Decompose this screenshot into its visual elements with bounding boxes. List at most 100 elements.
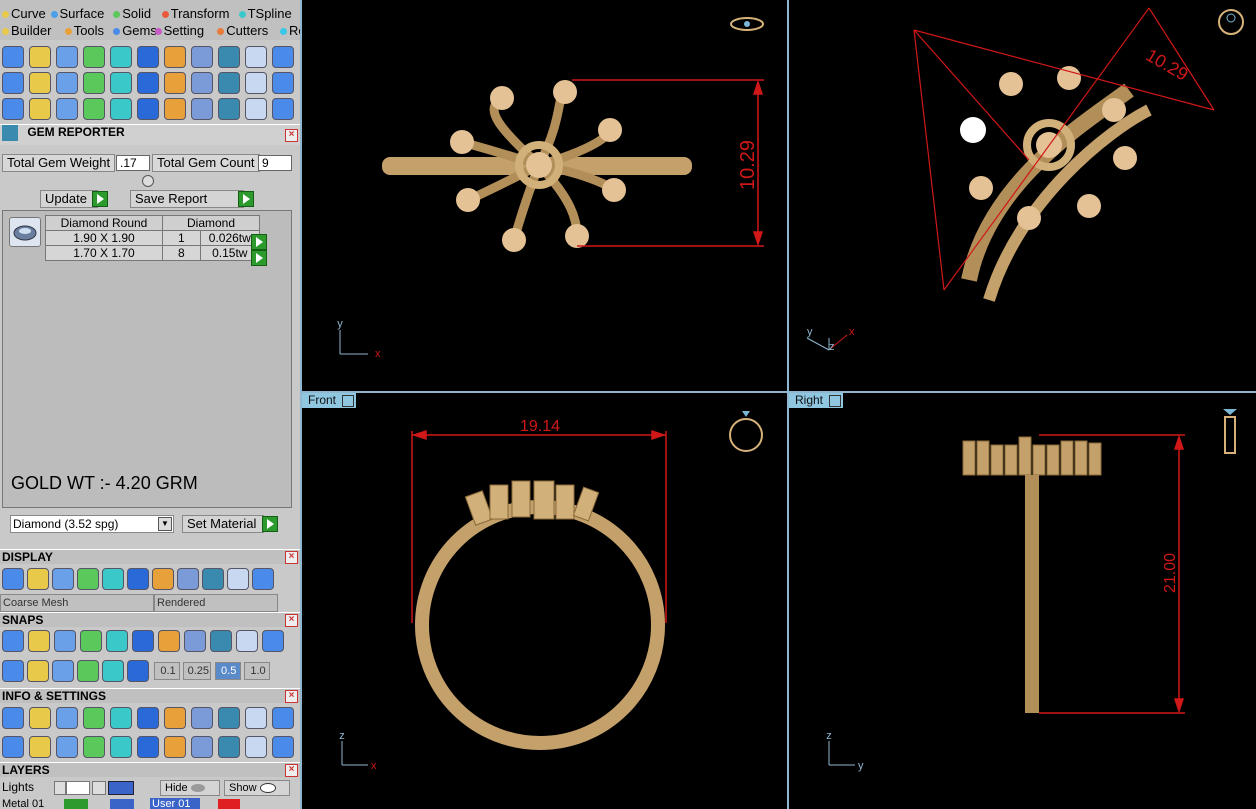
- display-mode-icon[interactable]: [227, 568, 249, 590]
- close-icon[interactable]: ×: [285, 764, 298, 777]
- tool-icon[interactable]: [56, 46, 78, 68]
- viewport-front-label[interactable]: Front: [302, 393, 357, 408]
- layer-color-swatch[interactable]: [64, 799, 88, 809]
- info-icon[interactable]: [56, 707, 78, 729]
- info-icon[interactable]: [218, 707, 240, 729]
- close-icon[interactable]: ×: [285, 690, 298, 703]
- tool-icon[interactable]: [56, 72, 78, 94]
- tool-icon[interactable]: [218, 98, 240, 120]
- display-mode-icon[interactable]: [177, 568, 199, 590]
- snap-value-button[interactable]: 1.0: [244, 662, 271, 680]
- viewport-right-label[interactable]: Right: [789, 393, 844, 408]
- info-icon[interactable]: [164, 707, 186, 729]
- view-cube-icon[interactable]: [729, 411, 763, 452]
- layer-color-swatch[interactable]: [218, 799, 240, 809]
- snap-icon[interactable]: [2, 630, 24, 652]
- info-icon[interactable]: [272, 736, 294, 758]
- snap-icon[interactable]: [210, 630, 232, 652]
- view-cube-icon[interactable]: [730, 17, 764, 31]
- menu-item-surface[interactable]: Surface: [50, 6, 104, 21]
- menu-item-cutters[interactable]: Cutters: [217, 23, 268, 38]
- info-icon[interactable]: [29, 736, 51, 758]
- chevron-down-icon[interactable]: [342, 395, 355, 407]
- tool-icon[interactable]: [164, 98, 186, 120]
- tool-icon[interactable]: [29, 98, 51, 120]
- tool-icon[interactable]: [137, 72, 159, 94]
- set-material-play-icon[interactable]: [262, 516, 278, 532]
- viewport-top[interactable]: 10.29 y x: [302, 0, 787, 392]
- tool-icon[interactable]: [110, 72, 132, 94]
- tool-icon[interactable]: [218, 46, 240, 68]
- menu-item-transform[interactable]: Transform: [161, 6, 229, 21]
- info-icon[interactable]: [191, 707, 213, 729]
- update-play-icon[interactable]: [92, 191, 108, 207]
- snap-icon[interactable]: [106, 630, 128, 652]
- tool-icon[interactable]: [137, 98, 159, 120]
- info-icon[interactable]: [2, 707, 24, 729]
- save-report-play-icon[interactable]: [238, 191, 254, 207]
- menu-item-builder[interactable]: Builder: [2, 23, 51, 38]
- table-row[interactable]: 1.90 X 1.90 1 0.026tw: [45, 230, 261, 246]
- info-icon[interactable]: [218, 736, 240, 758]
- tool-icon[interactable]: [110, 46, 132, 68]
- snap-icon[interactable]: [2, 660, 24, 682]
- tool-icon[interactable]: [191, 72, 213, 94]
- snap-icon[interactable]: [80, 630, 102, 652]
- tool-icon[interactable]: [272, 98, 294, 120]
- tool-icon[interactable]: [245, 98, 267, 120]
- snap-icon[interactable]: [54, 630, 76, 652]
- snap-icon[interactable]: [52, 660, 74, 682]
- info-icon[interactable]: [245, 707, 267, 729]
- hide-button[interactable]: Hide: [160, 780, 220, 796]
- metal-layer-label[interactable]: Metal 01: [2, 798, 44, 809]
- lock-icon[interactable]: [92, 781, 106, 795]
- snap-icon[interactable]: [27, 660, 49, 682]
- display-mode-icon[interactable]: [202, 568, 224, 590]
- material-select[interactable]: Diamond (3.52 spg) ▼: [10, 515, 174, 533]
- tool-icon[interactable]: [191, 98, 213, 120]
- info-icon[interactable]: [191, 736, 213, 758]
- display-mode-icon[interactable]: [27, 568, 49, 590]
- show-button[interactable]: Show: [224, 780, 290, 796]
- tool-icon[interactable]: [29, 72, 51, 94]
- layer-visible-toggle[interactable]: [110, 799, 134, 809]
- row-select-play-icon[interactable]: [251, 250, 267, 266]
- info-icon[interactable]: [29, 707, 51, 729]
- tool-icon[interactable]: [164, 46, 186, 68]
- layer-color-swatch[interactable]: [66, 781, 90, 795]
- tool-icon[interactable]: [2, 72, 24, 94]
- set-material-button[interactable]: Set Material: [182, 515, 264, 533]
- tool-icon[interactable]: [110, 98, 132, 120]
- tool-icon[interactable]: [218, 72, 240, 94]
- info-icon[interactable]: [137, 736, 159, 758]
- menu-item-tools[interactable]: Tools: [64, 23, 104, 38]
- info-icon[interactable]: [2, 736, 24, 758]
- row-select-play-icon[interactable]: [251, 234, 267, 250]
- info-icon[interactable]: [110, 736, 132, 758]
- view-cube-icon[interactable]: [1223, 409, 1237, 454]
- viewport-perspective[interactable]: 10.29 y z x: [789, 0, 1256, 391]
- mesh-select[interactable]: Coarse Mesh: [0, 594, 154, 612]
- layer-visible-toggle[interactable]: [108, 781, 134, 795]
- user-layer-label[interactable]: User 01: [150, 798, 200, 809]
- menu-item-render[interactable]: Render: [280, 23, 300, 38]
- snap-icon[interactable]: [102, 660, 124, 682]
- chevron-down-icon[interactable]: [829, 395, 842, 407]
- snap-value-button[interactable]: 0.5: [214, 662, 241, 680]
- save-report-button[interactable]: Save Report: [130, 190, 244, 208]
- view-cube-icon[interactable]: [1218, 9, 1244, 35]
- lights-layer-label[interactable]: Lights: [2, 780, 34, 794]
- info-icon[interactable]: [272, 707, 294, 729]
- tool-icon[interactable]: [245, 46, 267, 68]
- display-mode-icon[interactable]: [152, 568, 174, 590]
- snap-icon[interactable]: [158, 630, 180, 652]
- display-mode-icon[interactable]: [102, 568, 124, 590]
- display-mode-icon[interactable]: [77, 568, 99, 590]
- display-mode-icon[interactable]: [127, 568, 149, 590]
- update-button[interactable]: Update: [40, 190, 98, 208]
- tool-icon[interactable]: [29, 46, 51, 68]
- close-icon[interactable]: ×: [285, 129, 298, 142]
- menu-item-gems[interactable]: Gems: [113, 23, 157, 38]
- info-icon[interactable]: [110, 707, 132, 729]
- splitter-handle[interactable]: [142, 175, 154, 187]
